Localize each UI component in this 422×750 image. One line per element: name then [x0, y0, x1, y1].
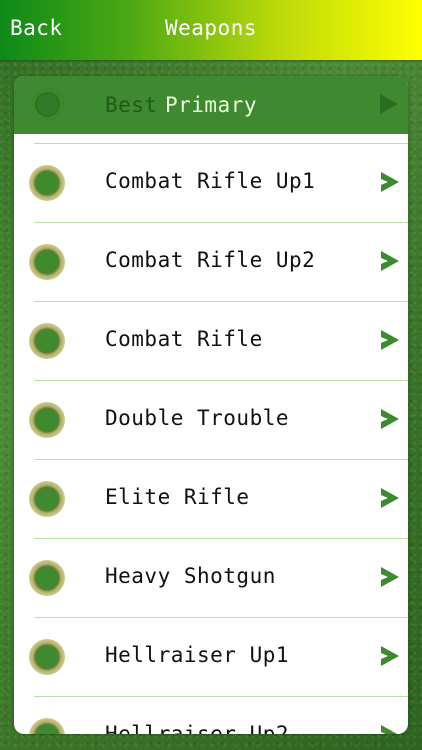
list-item[interactable]: Double Trouble [14, 380, 408, 459]
list-item[interactable]: Heavy Shotgun [14, 538, 408, 617]
list-item-label: Combat Rifle Up1 [105, 169, 316, 193]
row-divider [34, 380, 408, 381]
ring-icon [29, 481, 65, 517]
row-divider [34, 696, 408, 697]
row-divider [34, 301, 408, 302]
list-item-label: Heavy Shotgun [105, 564, 276, 588]
weapons-list-panel: Best Primary Combat Rifle Up1 Combat Rif… [14, 76, 408, 734]
section-header-primary[interactable]: Best Primary [14, 76, 408, 134]
list-item[interactable]: Combat Rifle Up2 [14, 222, 408, 301]
section-title: Primary [164, 93, 257, 117]
ring-icon [29, 402, 65, 438]
ring-icon [29, 639, 65, 675]
ring-icon [29, 560, 65, 596]
ring-icon [29, 718, 65, 734]
chevron-right-icon [381, 409, 399, 429]
row-divider [34, 222, 408, 223]
chevron-right-icon [381, 646, 399, 666]
chevron-right-icon [381, 488, 399, 508]
chevron-right-icon [381, 251, 399, 271]
list-item[interactable]: Elite Rifle [14, 459, 408, 538]
list-item[interactable]: Combat Rifle [14, 301, 408, 380]
navigation-bar: Back Weapons [0, 0, 422, 60]
weapons-list: Combat Rifle Up1 Combat Rifle Up2 Combat… [14, 143, 408, 734]
chevron-right-icon [381, 330, 399, 350]
list-item-label: Double Trouble [105, 406, 290, 430]
chevron-right-icon [381, 172, 399, 192]
chevron-right-icon [380, 94, 398, 114]
list-item-label: Elite Rifle [105, 485, 250, 509]
list-item-label: Hellraiser Up1 [105, 643, 290, 667]
row-divider [34, 459, 408, 460]
ring-icon [29, 244, 65, 280]
list-item-label: Combat Rifle Up2 [105, 248, 316, 272]
chevron-right-icon [381, 725, 399, 734]
ring-icon [29, 323, 65, 359]
ring-icon [29, 165, 65, 201]
row-divider [34, 538, 408, 539]
list-item[interactable]: Hellraiser Up2 [14, 696, 408, 734]
list-item-label: Hellraiser Up2 [105, 722, 290, 734]
chevron-right-icon [381, 567, 399, 587]
list-item[interactable]: Combat Rifle Up1 [14, 143, 408, 222]
page-title: Weapons [164, 16, 257, 40]
row-divider [34, 143, 408, 144]
list-item[interactable]: Hellraiser Up1 [14, 617, 408, 696]
list-item-label: Combat Rifle [105, 327, 263, 351]
row-divider [34, 617, 408, 618]
